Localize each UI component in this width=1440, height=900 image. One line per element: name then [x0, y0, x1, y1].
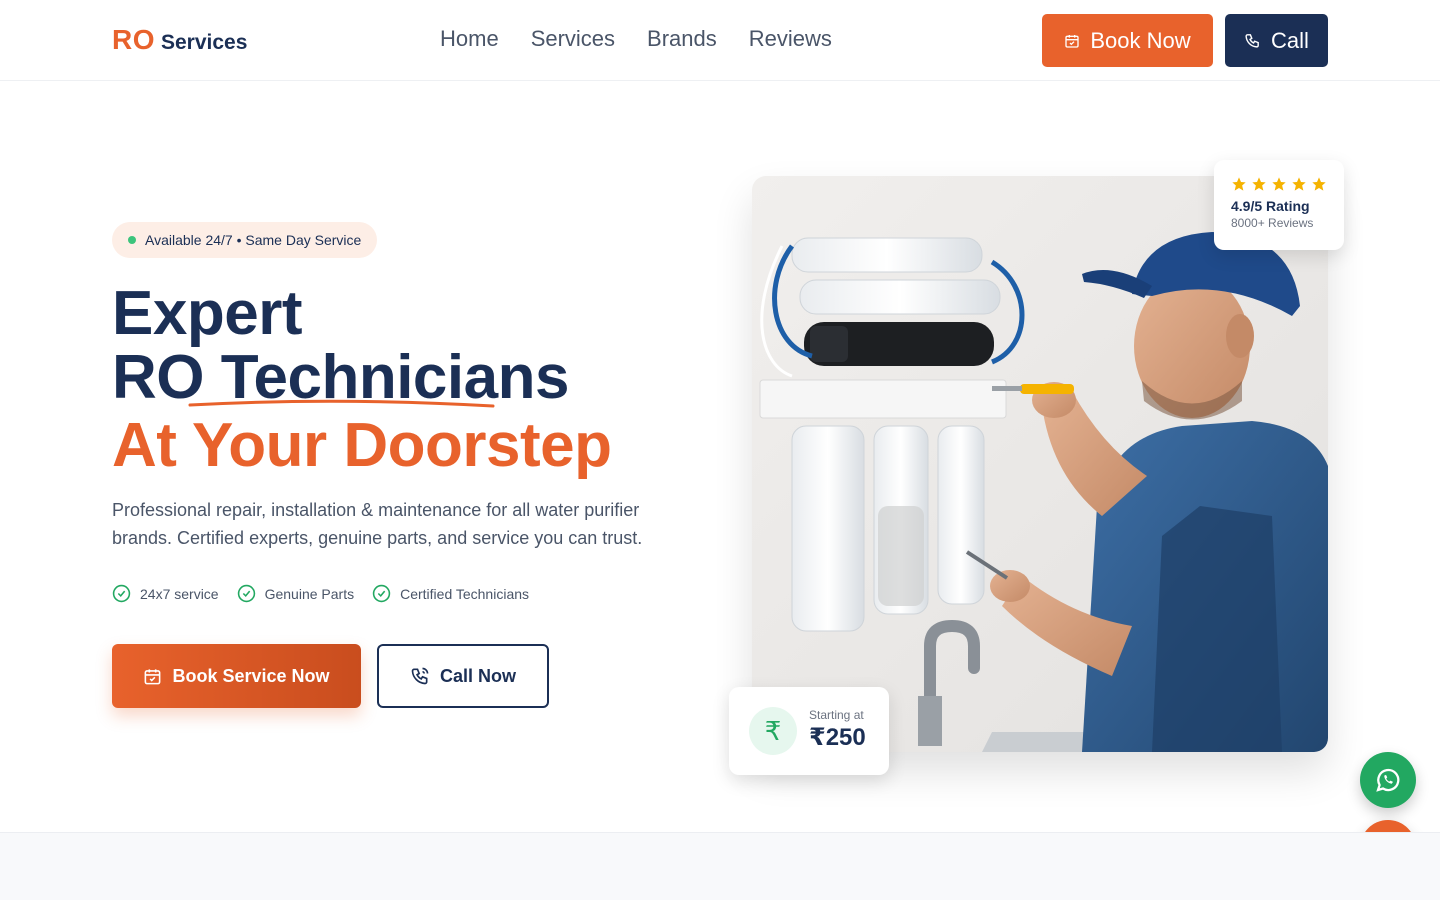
feature-item: Genuine Parts — [237, 584, 355, 603]
call-label: Call — [1271, 27, 1309, 53]
star-icon — [1252, 177, 1266, 191]
nav-brands[interactable]: Brands — [647, 26, 717, 52]
feature-label: Certified Technicians — [400, 585, 530, 602]
logo-ro: RO — [112, 24, 155, 55]
call-now-label: Call Now — [439, 665, 516, 686]
star-icon — [1272, 177, 1286, 191]
calendar-icon — [1065, 34, 1080, 48]
technician-illustration — [752, 176, 1328, 752]
rating-card: 4.9/5 Rating 8000+ Reviews — [1214, 160, 1344, 250]
nav-services[interactable]: Services — [531, 26, 615, 52]
book-now-label: Book Now — [1090, 27, 1191, 53]
hero-title-line3: At Your Doorstep — [112, 411, 612, 480]
star-icon — [1312, 177, 1326, 191]
availability-text: Available 24/7 • Same Day Service — [145, 232, 362, 248]
rating-title: 4.9/5 Rating — [1231, 198, 1310, 214]
price-value: ₹250 — [809, 724, 866, 751]
next-section — [0, 832, 1440, 900]
feature-item: Certified Technicians — [372, 584, 529, 603]
hero-title-line1: Expert — [112, 279, 302, 348]
price-label: Starting at — [809, 708, 864, 722]
rating-subtitle: 8000+ Reviews — [1231, 216, 1314, 230]
star-icon — [1292, 177, 1306, 191]
book-service-button[interactable]: Book Service Now — [112, 644, 361, 708]
hero-technician-image — [752, 176, 1328, 752]
site-header: RO Services Home Services Brands Reviews… — [0, 0, 1440, 81]
feature-list: 24x7 service Genuine Parts Certified Tec… — [112, 584, 529, 603]
whatsapp-button[interactable] — [1360, 752, 1416, 808]
hero-title: Expert RO Technicians At Your Doorstep — [112, 282, 612, 478]
check-circle-icon — [372, 584, 391, 603]
book-now-button[interactable]: Book Now — [1042, 14, 1213, 67]
feature-item: 24x7 service — [112, 584, 219, 603]
logo-services: Services — [161, 31, 248, 54]
price-card: ₹ Starting at ₹250 — [729, 687, 889, 775]
call-button[interactable]: Call — [1225, 14, 1328, 67]
availability-badge: Available 24/7 • Same Day Service — [112, 222, 378, 258]
phone-icon — [411, 667, 429, 685]
main-nav: Home Services Brands Reviews — [440, 26, 832, 52]
book-service-label: Book Service Now — [172, 665, 330, 686]
star-rating — [1231, 176, 1344, 192]
feature-label: 24x7 service — [140, 585, 219, 602]
hero-description: Professional repair, installation & main… — [112, 500, 643, 548]
check-circle-icon — [112, 584, 131, 603]
status-dot — [128, 236, 136, 244]
phone-icon — [1245, 34, 1259, 48]
logo[interactable]: RO Services — [112, 24, 247, 56]
whatsapp-icon — [1376, 768, 1400, 792]
nav-reviews[interactable]: Reviews — [749, 26, 832, 52]
calendar-icon — [145, 668, 161, 684]
star-icon — [1232, 177, 1246, 191]
rupee-icon: ₹ — [749, 707, 797, 755]
feature-label: Genuine Parts — [264, 585, 355, 602]
check-circle-icon — [237, 584, 255, 603]
call-now-button[interactable]: Call Now — [377, 644, 549, 708]
title-underline — [188, 399, 495, 408]
nav-home[interactable]: Home — [440, 26, 499, 52]
